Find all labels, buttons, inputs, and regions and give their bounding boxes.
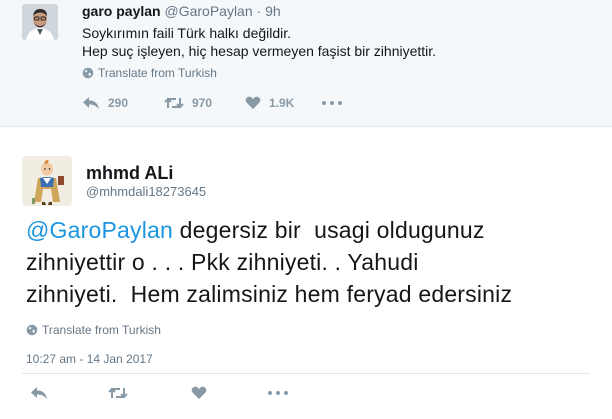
reply-tweet: mhmd ALi @mhmdali18273645 @GaroPaylan de… — [0, 127, 612, 419]
like-icon — [245, 96, 261, 110]
more-icon — [268, 391, 288, 395]
parent-avatar[interactable] — [22, 4, 58, 40]
reply-translate-link[interactable]: Translate from Turkish — [26, 323, 161, 337]
reply-avatar[interactable] — [22, 156, 72, 206]
globe-icon — [26, 324, 38, 336]
reply-text-line: zihniyettir o . . . Pkk zihniyeti. . Yah… — [26, 249, 419, 275]
reply-display-name[interactable]: mhmd ALi — [86, 163, 173, 184]
parent-more-button[interactable] — [322, 101, 342, 105]
parent-translate-link[interactable]: Translate from Turkish — [82, 66, 217, 80]
reply-tweet-text: @GaroPaylan degersiz bir usagi oldugunuz… — [26, 214, 612, 310]
reply-icon — [82, 96, 100, 110]
parent-like-button[interactable]: 1.9K — [245, 96, 294, 110]
reply-reply-button[interactable] — [30, 386, 48, 400]
parent-reply-button[interactable]: 290 — [82, 96, 128, 110]
parent-tweet-text: Soykırımın faili Türk halkı değildir. He… — [82, 24, 436, 60]
more-icon — [322, 101, 342, 105]
parent-text-line: Hep suç işleyen, hiç hesap vermeyen faşi… — [82, 43, 437, 59]
reply-timestamp[interactable]: 10:27 am - 14 Jan 2017 — [26, 352, 153, 366]
parent-display-name[interactable]: garo paylan — [82, 3, 161, 19]
retweet-count: 970 — [192, 96, 213, 110]
parent-text-line: Soykırımın faili Türk halkı değildir. — [82, 25, 292, 41]
reply-icon — [30, 386, 48, 400]
parent-handle[interactable]: @GaroPaylan — [164, 3, 252, 19]
translate-label: Translate from Turkish — [42, 323, 161, 337]
mention-link[interactable]: @GaroPaylan — [26, 217, 173, 243]
reply-text-line: @GaroPaylan degersiz bir usagi oldugunuz — [26, 214, 612, 246]
reply-text-segment: degersiz bir usagi oldugunuz — [173, 217, 485, 243]
reply-more-button[interactable] — [268, 391, 288, 395]
reply-text-line: zihniyeti. Hem zalimsiniz hem feryad ede… — [26, 281, 513, 307]
like-icon — [191, 386, 207, 400]
reply-count: 290 — [108, 96, 129, 110]
reply-retweet-button[interactable] — [108, 386, 128, 400]
translate-label: Translate from Turkish — [98, 66, 217, 80]
parent-retweet-button[interactable]: 970 — [164, 96, 212, 110]
divider — [22, 373, 590, 374]
retweet-icon — [164, 96, 184, 110]
parent-timestamp[interactable]: 9h — [265, 3, 281, 19]
reply-handle[interactable]: @mhmdali18273645 — [86, 184, 206, 199]
like-count: 1.9K — [269, 96, 295, 110]
globe-icon — [82, 67, 94, 79]
header-separator: · — [256, 3, 262, 19]
retweet-icon — [108, 386, 128, 400]
parent-tweet-header: garo paylan @GaroPaylan · 9h — [82, 3, 281, 19]
reply-like-button[interactable] — [191, 386, 207, 400]
parent-tweet[interactable]: garo paylan @GaroPaylan · 9h Soykırımın … — [0, 0, 612, 127]
